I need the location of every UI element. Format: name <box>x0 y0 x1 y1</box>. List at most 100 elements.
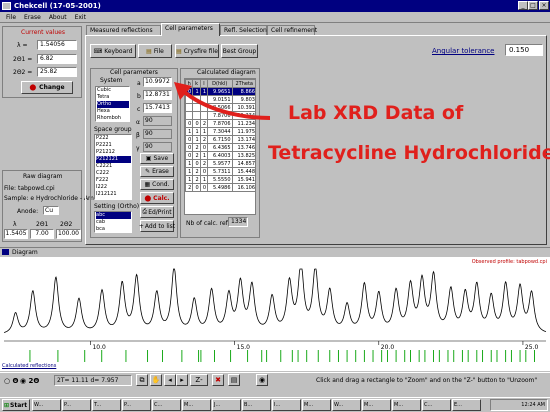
system-rhomboh[interactable]: Rhomboh <box>97 115 129 121</box>
taskbar-item[interactable]: M... <box>302 399 331 411</box>
taskbar-item[interactable]: T... <box>92 399 121 411</box>
space-group-item[interactable]: C2221 <box>96 163 131 170</box>
setting-cab[interactable]: cab <box>96 219 131 226</box>
taskbar-item[interactable]: C... <box>152 399 181 411</box>
keyboard-button[interactable]: ⌨ Keyboard <box>90 44 136 58</box>
change-button[interactable]: ⬤ Change <box>21 81 73 94</box>
calc-button[interactable]: ⬤ Calc. <box>140 192 174 204</box>
erase-button[interactable]: ✎ Erase <box>140 166 174 177</box>
menu-erase[interactable]: Erase <box>20 14 45 21</box>
prev-arrow-icon[interactable]: ◂ <box>164 374 176 386</box>
space-group-item[interactable]: C222 <box>96 170 131 177</box>
menu-file[interactable]: File <box>2 14 20 21</box>
system-list[interactable]: Cubic Tetra Ortho Hexa Rhomboh <box>95 86 130 122</box>
taskbar-item[interactable]: J... <box>212 399 241 411</box>
erase-label: Erase <box>152 168 169 175</box>
param-alpha-field: 90 <box>143 116 172 126</box>
taskbar-item[interactable]: B... <box>242 399 271 411</box>
calc-cell: 2 <box>192 175 201 184</box>
maximize-button[interactable]: □ <box>528 1 538 10</box>
taskbar-item[interactable]: P... <box>62 399 91 411</box>
calc-cell: 5.4986 <box>207 183 233 192</box>
calc-cell: 0 <box>192 159 201 168</box>
unzoom-button-icon[interactable]: Z- <box>190 374 208 386</box>
taskbar-item[interactable]: W... <box>332 399 361 411</box>
calc-row[interactable]: 1 2 0 5.7311 15.448 <box>185 167 255 176</box>
delete-icon[interactable]: ✖ <box>212 374 224 386</box>
anode-field[interactable]: Cu <box>43 206 59 215</box>
save-image-icon[interactable]: ▤ <box>228 374 240 386</box>
add-icon: + <box>138 222 144 230</box>
space-group-item[interactable]: P2221 <box>96 142 131 149</box>
param-c-field[interactable]: 15.7413 <box>143 103 172 113</box>
start-button[interactable]: ⊞ Start <box>2 399 30 411</box>
system-tetra[interactable]: Tetra <box>97 94 129 101</box>
taskbar-item[interactable]: E... <box>452 399 481 411</box>
crysfire-button[interactable]: ▤ Crysfire file <box>175 44 219 58</box>
diagram-window: Diagram Observed profile: tabpowd.cpi 10… <box>0 247 550 371</box>
add-to-list-button[interactable]: + Add to list <box>138 220 175 232</box>
lambda-field[interactable]: 1.54056 <box>37 40 77 50</box>
minimize-button[interactable]: _ <box>518 1 528 10</box>
pan-hand-icon[interactable]: ✋ <box>150 374 162 386</box>
start-label: Start <box>10 401 28 409</box>
lambda-label: λ = <box>17 42 28 49</box>
calc-label: Calc. <box>153 194 170 202</box>
taskbar-item[interactable]: C... <box>422 399 451 411</box>
calculated-reflections-label: Calculated reflections <box>2 363 57 369</box>
setting-bca[interactable]: bca <box>96 226 131 232</box>
record-icon[interactable]: ◉ <box>256 374 268 386</box>
setting-abc[interactable]: abc <box>96 212 131 219</box>
taskbar-item[interactable]: M... <box>362 399 391 411</box>
zoom-hint: Click and drag a rectangle to "Zoom" and… <box>316 377 538 384</box>
theta-radio[interactable]: ○ Θ <box>4 377 19 385</box>
param-b-label: b <box>137 93 141 100</box>
system-cubic[interactable]: Cubic <box>97 87 129 94</box>
twotheta-radio[interactable]: ◉ 2Θ <box>20 377 39 385</box>
best-group-label: Best Group <box>222 47 257 55</box>
setting-list[interactable]: abc cab bca <box>94 211 132 233</box>
taskbar-item[interactable]: W... <box>32 399 61 411</box>
space-group-item[interactable]: P222 <box>96 135 131 142</box>
space-group-list[interactable]: P222 P2221 P21212 P212121 C2221 C222 F22… <box>94 134 132 200</box>
menu-about[interactable]: About <box>45 14 71 21</box>
param-a-field[interactable]: 10.9972 <box>143 77 172 87</box>
menu-exit[interactable]: Exit <box>71 14 90 21</box>
calc-row[interactable]: 0 2 1 6.4003 13.825 <box>185 151 255 160</box>
param-gamma-field: 90 <box>143 142 172 152</box>
calc-row[interactable]: 1 0 2 5.9577 14.857 <box>185 159 255 168</box>
space-group-item[interactable]: I222 <box>96 184 131 191</box>
close-button[interactable]: × <box>539 1 549 10</box>
xrd-plot[interactable]: 10.0 15.0 20.0 25.0 <box>0 257 550 362</box>
space-group-item[interactable]: F222 <box>96 177 131 184</box>
calc-row[interactable]: 0 2 0 6.4365 13.746 <box>185 143 255 152</box>
calc-row[interactable]: 0 1 2 6.7150 13.174 <box>185 135 255 144</box>
param-b-field[interactable]: 12.8731 <box>143 90 172 100</box>
tab-cell-parameters[interactable]: Cell parameters <box>161 23 220 36</box>
best-group-button[interactable]: Best Group <box>221 44 258 58</box>
erase-icon: ✎ <box>145 168 151 175</box>
calc-row[interactable]: 2 0 0 5.4986 16.106 <box>185 183 255 192</box>
taskbar-item[interactable]: M... <box>392 399 421 411</box>
calc-row[interactable]: 1 2 1 5.5550 15.941 <box>185 175 255 184</box>
space-group-item[interactable]: P21212 <box>96 149 131 156</box>
taskbar-item[interactable]: P... <box>122 399 151 411</box>
theta1-field[interactable]: 6.82 <box>37 54 77 64</box>
ed-print-button[interactable]: ⎙ Ed/Print <box>140 206 174 218</box>
next-arrow-icon[interactable]: ▸ <box>176 374 188 386</box>
taskbar-item[interactable]: M... <box>182 399 211 411</box>
angular-tolerance-field[interactable]: 0.150 <box>505 44 543 56</box>
annotation-line1: Lab XRD Data of <box>288 102 464 124</box>
space-group-item[interactable]: I212121 <box>96 191 131 198</box>
zoom-tool-icon[interactable]: ⧉ <box>136 374 148 386</box>
taskbar-item[interactable]: I... <box>272 399 301 411</box>
raw-col-theta1: 2Θ1 <box>36 221 49 228</box>
theta2-field[interactable]: 25.82 <box>37 67 77 77</box>
space-group-item-selected[interactable]: P212121 <box>96 156 131 163</box>
save-button[interactable]: ▣ Save <box>140 153 174 164</box>
cond-button[interactable]: ▦ Cond. <box>140 179 174 190</box>
system-ortho[interactable]: Ortho <box>97 101 129 108</box>
file-button[interactable]: ▤ File <box>138 44 172 58</box>
system-hexa[interactable]: Hexa <box>97 108 129 115</box>
title-bar: Chekcell (17-05-2001) <box>0 0 550 12</box>
